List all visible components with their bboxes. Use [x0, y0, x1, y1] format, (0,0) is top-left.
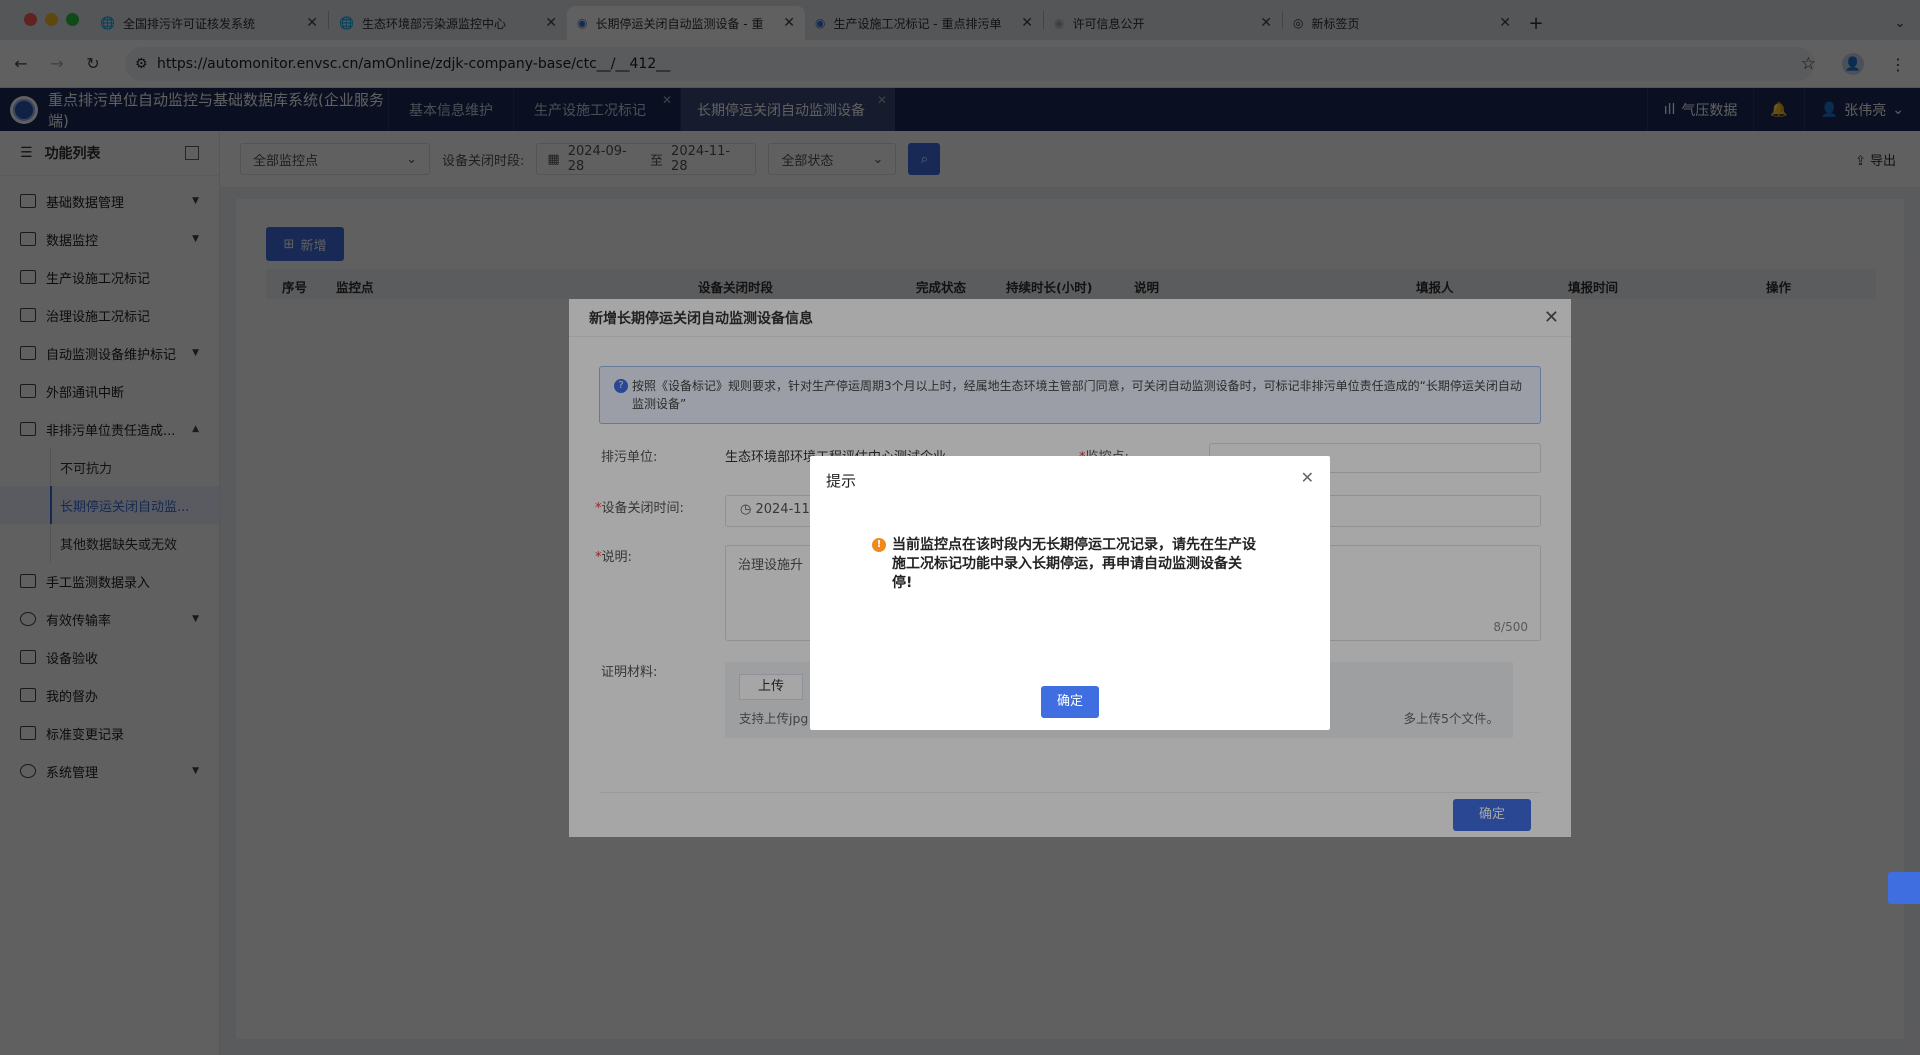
alert-title: 提示: [826, 472, 857, 490]
alert-message: 当前监控点在该时段内无长期停运工况记录，请先在生产设施工况标记功能中录入长期停运…: [892, 537, 1256, 591]
alert-confirm-button[interactable]: 确定: [1041, 686, 1099, 718]
alert-dialog: 提示 ✕ ! 当前监控点在该时段内无长期停运工况记录，请先在生产设施工况标记功能…: [810, 456, 1330, 730]
close-icon[interactable]: ✕: [1301, 468, 1314, 487]
warning-icon: !: [872, 538, 886, 552]
chat-float-button[interactable]: [1888, 872, 1920, 904]
